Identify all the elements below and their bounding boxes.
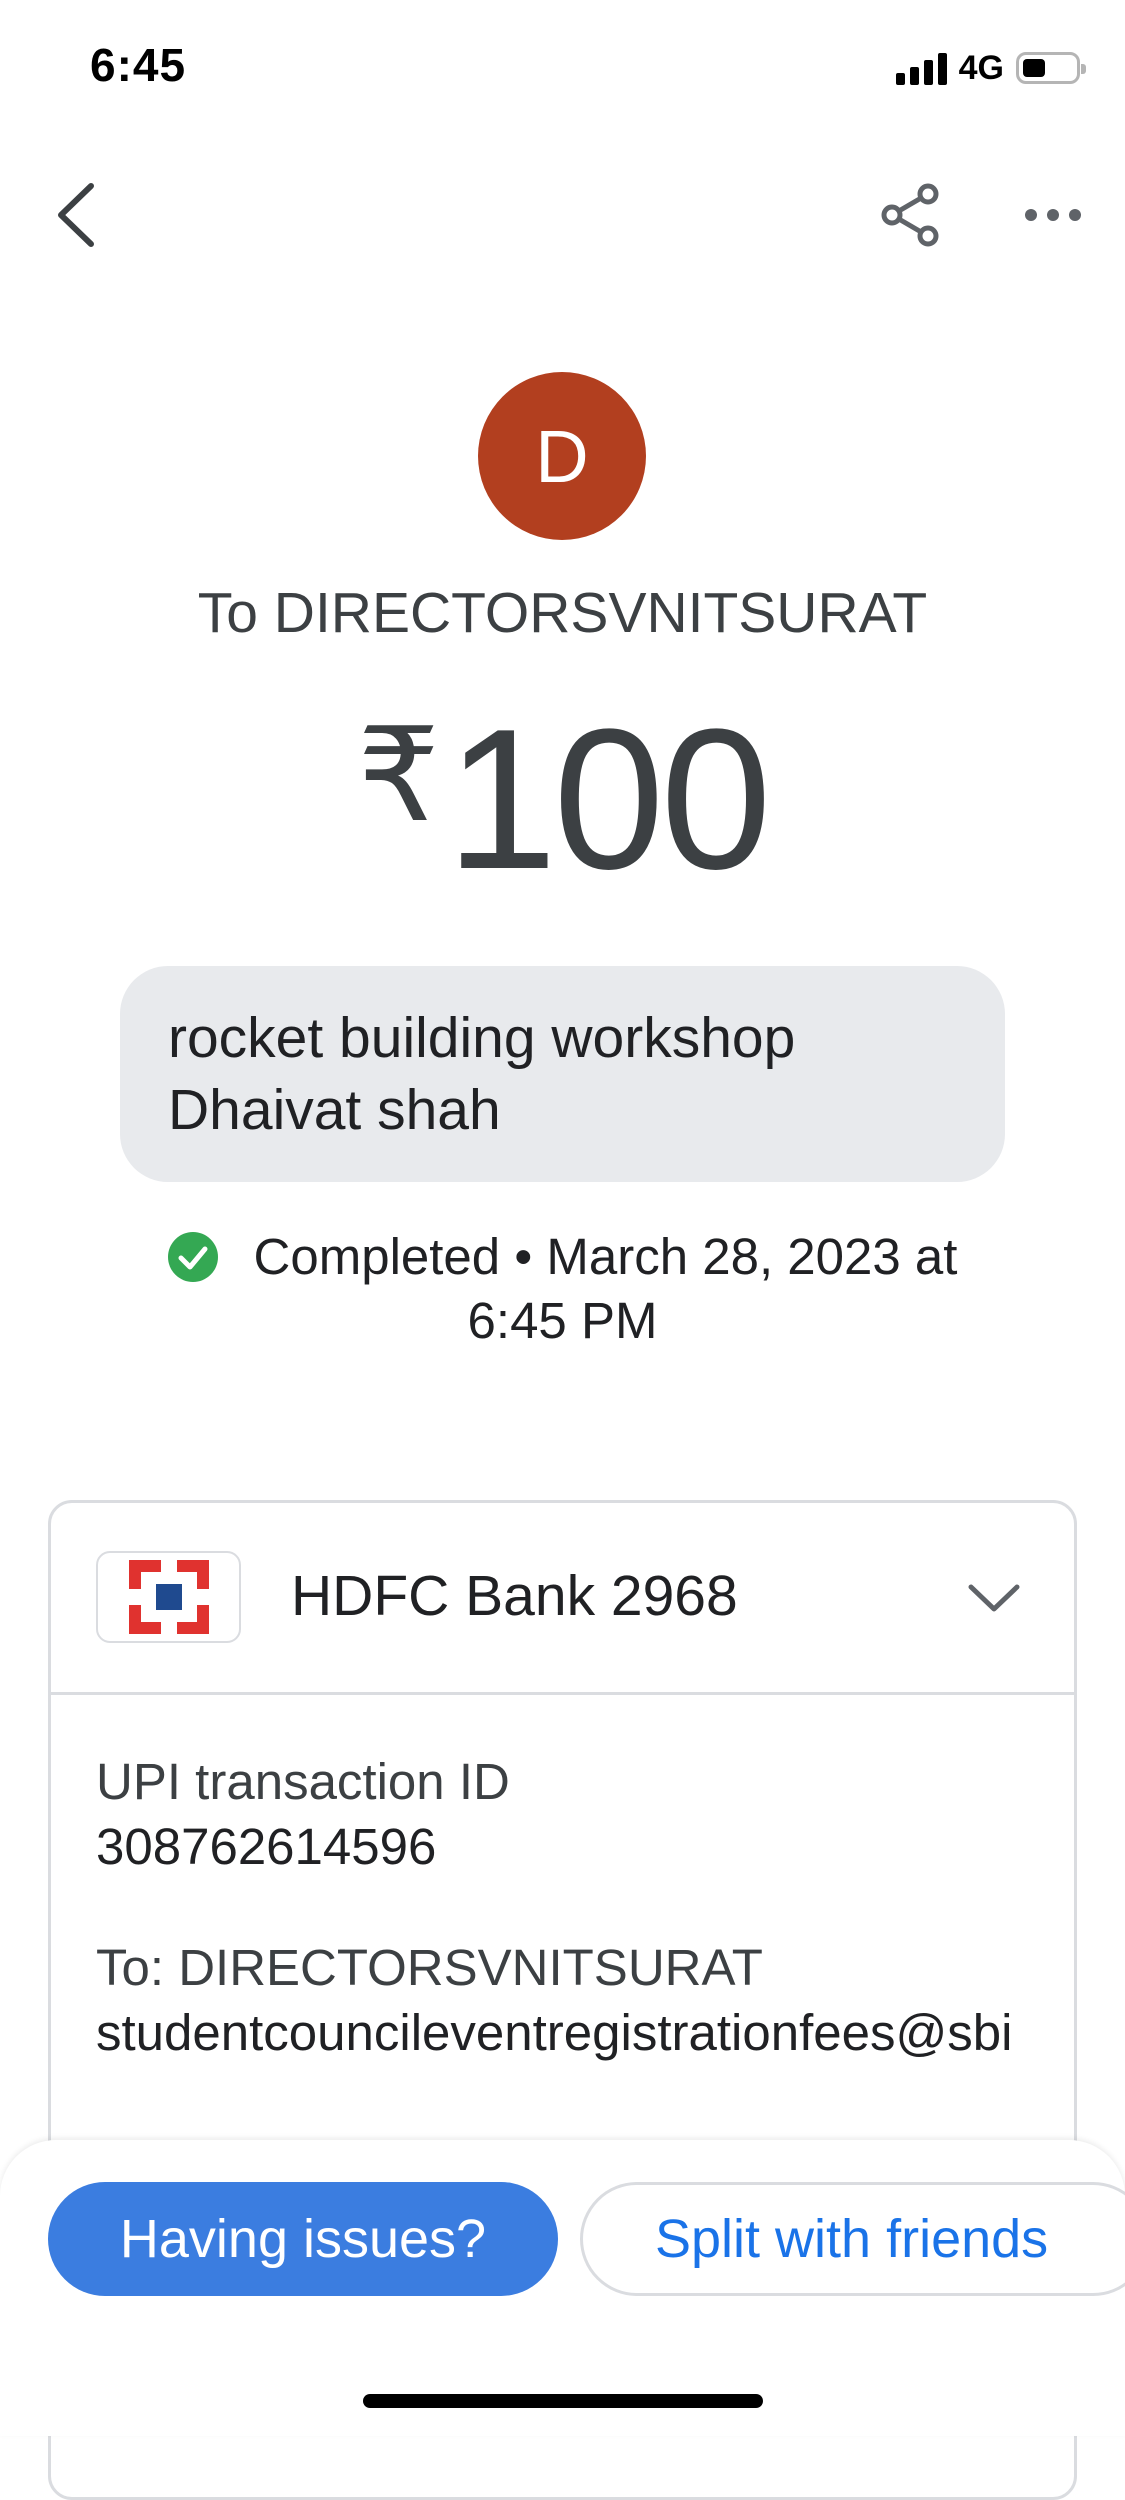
upi-transaction-id: 308762614596 bbox=[96, 1818, 437, 1875]
back-arrow-icon bbox=[58, 183, 94, 247]
payment-amount: ₹100 bbox=[0, 700, 1125, 900]
having-issues-button[interactable]: Having issues? bbox=[48, 2182, 558, 2296]
status-time-text: 6:45 PM bbox=[467, 1292, 658, 1349]
battery-icon bbox=[1016, 52, 1086, 84]
recipient-avatar: D bbox=[478, 372, 646, 540]
chevron-down-icon bbox=[968, 1584, 1020, 1612]
payment-status: Completed • March 28, 2023 at 6:45 PM bbox=[0, 1225, 1125, 1353]
signal-icon bbox=[895, 51, 947, 85]
payment-note: rocket building workshop Dhaivat shah bbox=[120, 966, 1005, 1182]
bottom-action-panel: Having issues? Split with friends bbox=[0, 2140, 1125, 2436]
upi-transaction-block: UPI transaction ID 308762614596 bbox=[96, 1749, 1056, 1879]
network-label: 4G bbox=[958, 48, 1004, 87]
recipient-detail-block: To: DIRECTORSVNITSURAT studentcouncileve… bbox=[96, 1935, 1056, 2065]
recipient-title: To DIRECTORSVNITSURAT bbox=[197, 581, 928, 645]
more-horizontal-icon bbox=[1024, 209, 1081, 221]
check-circle-icon bbox=[167, 1232, 218, 1282]
currency-symbol: ₹ bbox=[357, 702, 440, 848]
status-indicators: 4G bbox=[895, 48, 1086, 88]
note-line: rocket building workshop bbox=[168, 1006, 796, 1070]
bank-name: HDFC Bank 2968 bbox=[291, 1564, 738, 1628]
back-button[interactable] bbox=[30, 170, 120, 260]
top-app-bar bbox=[0, 160, 1125, 270]
status-time: 6:45 bbox=[90, 39, 187, 91]
recipient-upi-id: studentcouncileventregistrationfees@sbi bbox=[96, 2004, 1013, 2061]
bank-account-row[interactable]: HDFC Bank 2968 bbox=[51, 1503, 1074, 1695]
amount-value: 100 bbox=[446, 688, 772, 911]
status-text: Completed • March 28, 2023 at bbox=[253, 1228, 958, 1285]
recipient-detail-label: To: DIRECTORSVNITSURAT bbox=[96, 1939, 763, 1996]
home-indicator[interactable] bbox=[363, 2394, 763, 2408]
hdfc-logo-icon bbox=[96, 1551, 241, 1643]
note-line: Dhaivat shah bbox=[168, 1078, 501, 1142]
upi-transaction-label: UPI transaction ID bbox=[96, 1753, 510, 1810]
share-button[interactable] bbox=[860, 170, 960, 260]
more-options-button[interactable] bbox=[1005, 170, 1100, 260]
status-bar: 6:45 4G bbox=[0, 0, 1125, 132]
share-icon bbox=[881, 183, 939, 247]
split-with-friends-button[interactable]: Split with friends bbox=[580, 2182, 1125, 2296]
